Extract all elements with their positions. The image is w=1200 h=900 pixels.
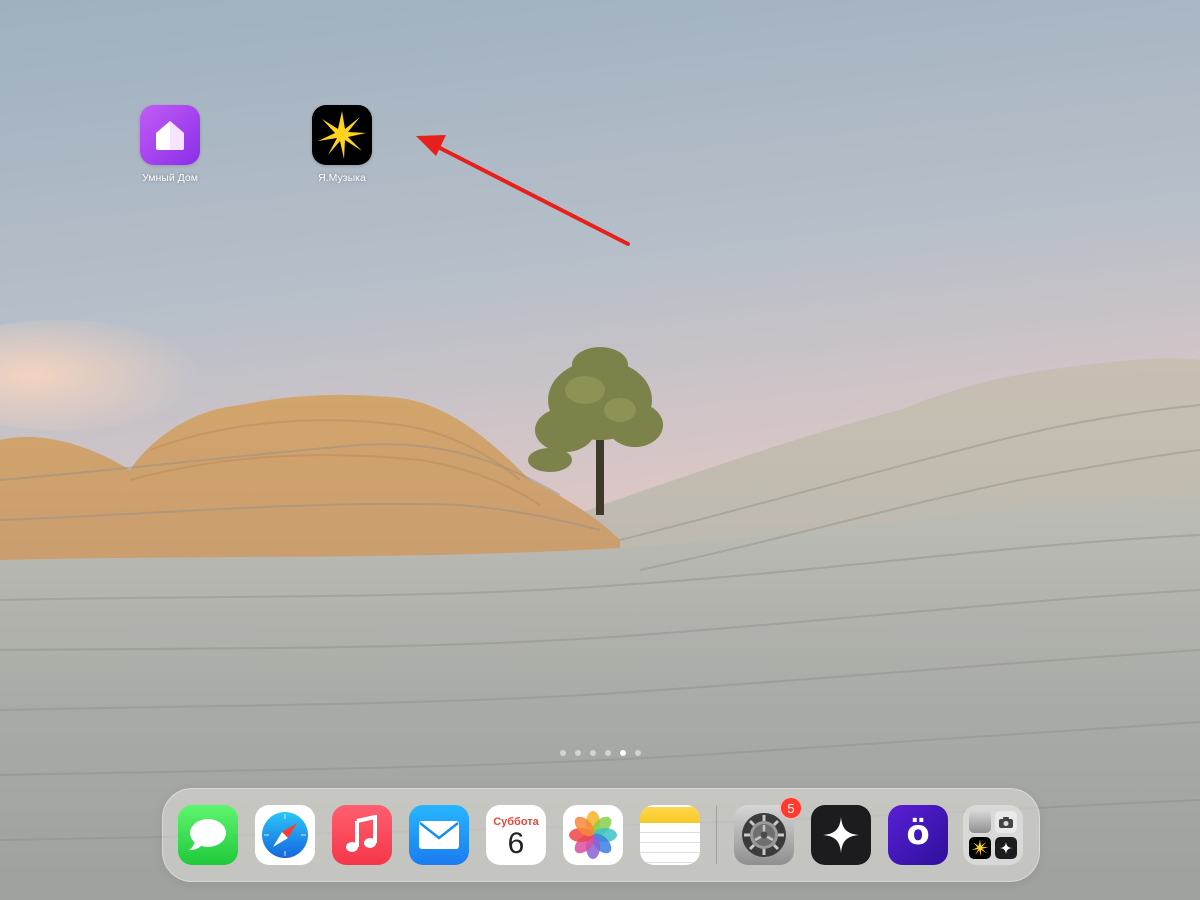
notes-icon bbox=[640, 805, 700, 865]
dock: Суббота 6 5 ö bbox=[162, 788, 1040, 882]
dock-app-yandex-o[interactable]: ö bbox=[888, 805, 948, 865]
notification-badge: 5 bbox=[780, 797, 802, 819]
page-dot[interactable] bbox=[559, 750, 566, 756]
photos-icon bbox=[563, 805, 623, 865]
mini-yandex-music-icon bbox=[969, 837, 991, 859]
page-dot[interactable] bbox=[589, 750, 596, 756]
mini-sparkle-icon bbox=[995, 837, 1017, 859]
calendar-date: 6 bbox=[507, 827, 525, 860]
music-icon bbox=[332, 805, 392, 865]
sparkle-icon bbox=[811, 805, 871, 865]
dock-app-alice[interactable] bbox=[811, 805, 871, 865]
dock-app-library[interactable] bbox=[963, 805, 1023, 865]
smart-home-icon bbox=[140, 105, 200, 165]
page-indicator[interactable] bbox=[0, 750, 1200, 756]
app-smart-home[interactable]: Умный Дом bbox=[110, 105, 230, 184]
app-label: Умный Дом bbox=[142, 172, 198, 184]
safari-icon bbox=[255, 805, 315, 865]
yandex-music-icon bbox=[312, 105, 372, 165]
mini-settings-icon bbox=[969, 811, 991, 833]
dock-app-photos[interactable] bbox=[563, 805, 623, 865]
dock-app-music[interactable] bbox=[332, 805, 392, 865]
dock-app-notes[interactable] bbox=[640, 805, 700, 865]
dock-app-settings[interactable]: 5 bbox=[734, 797, 802, 865]
o-umlaut-glyph: ö bbox=[906, 813, 930, 853]
page-dot-current[interactable] bbox=[619, 750, 626, 756]
app-library-icon bbox=[963, 805, 1023, 865]
app-label: Я.Музыка bbox=[318, 172, 366, 184]
calendar-icon: Суббота 6 bbox=[486, 805, 546, 865]
dock-app-messages[interactable] bbox=[178, 805, 238, 865]
mail-icon bbox=[409, 805, 469, 865]
dock-divider bbox=[716, 806, 717, 864]
page-dot[interactable] bbox=[604, 750, 611, 756]
messages-icon bbox=[178, 805, 238, 865]
mini-camera-icon bbox=[995, 811, 1017, 833]
app-yandex-music[interactable]: Я.Музыка bbox=[282, 105, 402, 184]
dock-app-mail[interactable] bbox=[409, 805, 469, 865]
dock-app-safari[interactable] bbox=[255, 805, 315, 865]
dock-app-calendar[interactable]: Суббота 6 bbox=[486, 805, 546, 865]
page-dot[interactable] bbox=[574, 750, 581, 756]
page-dot[interactable] bbox=[634, 750, 641, 756]
o-umlaut-icon: ö bbox=[888, 805, 948, 865]
